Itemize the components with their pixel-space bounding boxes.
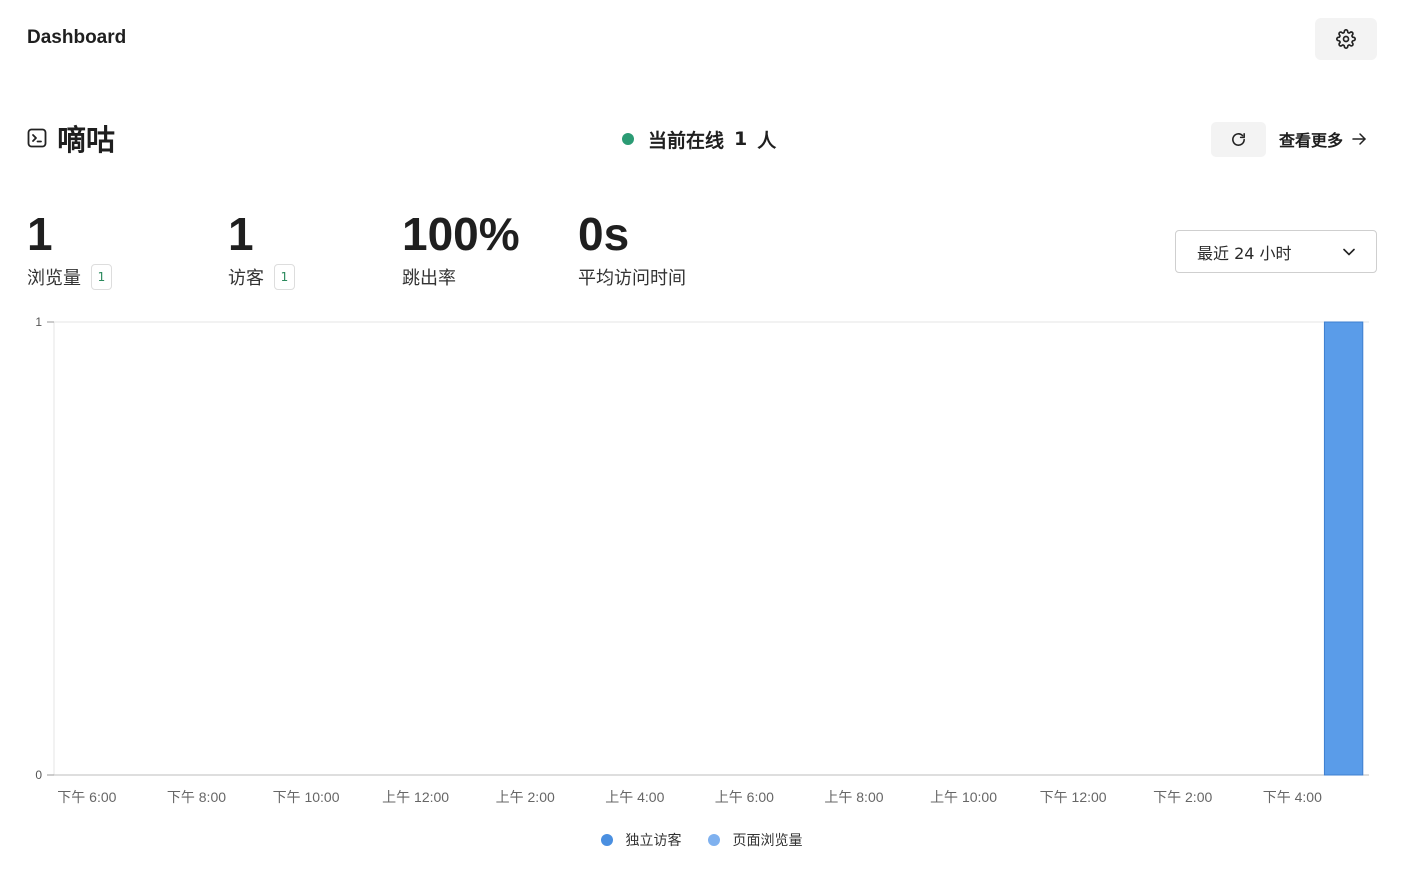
x-tick-label: 下午 6:00 — [57, 789, 116, 805]
metric-pageviews: 1 浏览量 1 — [27, 206, 112, 290]
view-more-label: 查看更多 — [1279, 131, 1344, 150]
online-dot — [622, 133, 634, 145]
online-prefix: 当前在线 — [648, 129, 725, 152]
refresh-icon — [1232, 133, 1245, 146]
site-header: 嘀咕 — [27, 118, 115, 158]
x-tick-label: 上午 10:00 — [930, 789, 997, 805]
page-title: Dashboard — [27, 27, 127, 48]
legend-dot — [600, 834, 613, 846]
refresh-button[interactable] — [1211, 122, 1266, 157]
x-tick-label: 上午 2:00 — [496, 789, 555, 805]
metric-change-badge: 1 — [91, 264, 112, 290]
legend-label: 页面浏览量 — [732, 833, 803, 849]
x-tick-label: 上午 4:00 — [605, 789, 664, 805]
time-range-select[interactable]: 最近 24 小时 — [1175, 230, 1377, 273]
y-tick-label: 1 — [35, 315, 42, 329]
metric-bounce-rate: 100% 跳出率 — [402, 206, 520, 290]
metric-avg-visit-time: 0s 平均访问时间 — [578, 206, 686, 290]
metric-value: 1 — [27, 208, 53, 260]
chart-bar — [1323, 321, 1364, 776]
online-suffix: 人 — [757, 129, 777, 152]
metric-visitors: 1 访客 1 — [228, 206, 295, 290]
time-range-value: 最近 24 小时 — [1197, 243, 1292, 263]
x-tick-label: 下午 12:00 — [1040, 789, 1107, 805]
metric-label: 跳出率 — [402, 268, 456, 289]
x-tick-label: 上午 12:00 — [382, 789, 449, 805]
online-count: 1 — [734, 128, 748, 150]
metric-label: 平均访问时间 — [578, 268, 686, 289]
x-tick-label: 上午 8:00 — [824, 789, 883, 805]
legend-item-pageviews[interactable]: 页面浏览量 — [707, 830, 803, 850]
chevron-down-icon — [1343, 248, 1355, 255]
metric-value: 1 — [228, 208, 254, 260]
x-tick-label: 上午 6:00 — [715, 789, 774, 805]
terminal-icon — [27, 128, 47, 148]
traffic-chart: 0 1 下午 6:00 下午 8:00 下午 10:00 上午 12:00 上午 2:00 上… — [35, 315, 1369, 805]
x-tick-label: 下午 4:00 — [1263, 789, 1322, 805]
x-tick-label: 下午 10:00 — [273, 789, 340, 805]
metric-label: 浏览量 — [27, 268, 81, 289]
legend-item-visitors[interactable]: 独立访客 — [600, 830, 682, 850]
arrow-right-icon — [1352, 133, 1366, 145]
gear-icon — [1336, 29, 1356, 49]
metric-change-badge: 1 — [274, 264, 295, 290]
metric-value: 0s — [578, 208, 630, 260]
view-more-link[interactable]: 查看更多 — [1279, 126, 1367, 152]
x-tick-label: 下午 8:00 — [167, 789, 226, 805]
legend-dot — [707, 834, 720, 846]
metric-label: 访客 — [228, 268, 264, 289]
legend-label: 独立访客 — [625, 833, 682, 849]
settings-button[interactable] — [1315, 18, 1377, 60]
metric-value: 100% — [402, 208, 520, 260]
x-tick-label: 下午 2:00 — [1153, 789, 1212, 805]
y-tick-label: 0 — [35, 768, 42, 782]
online-status: 当前在线 1 人 — [622, 126, 776, 152]
site-name: 嘀咕 — [57, 123, 116, 157]
chart-legend: 独立访客 页面浏览量 — [0, 830, 1403, 850]
